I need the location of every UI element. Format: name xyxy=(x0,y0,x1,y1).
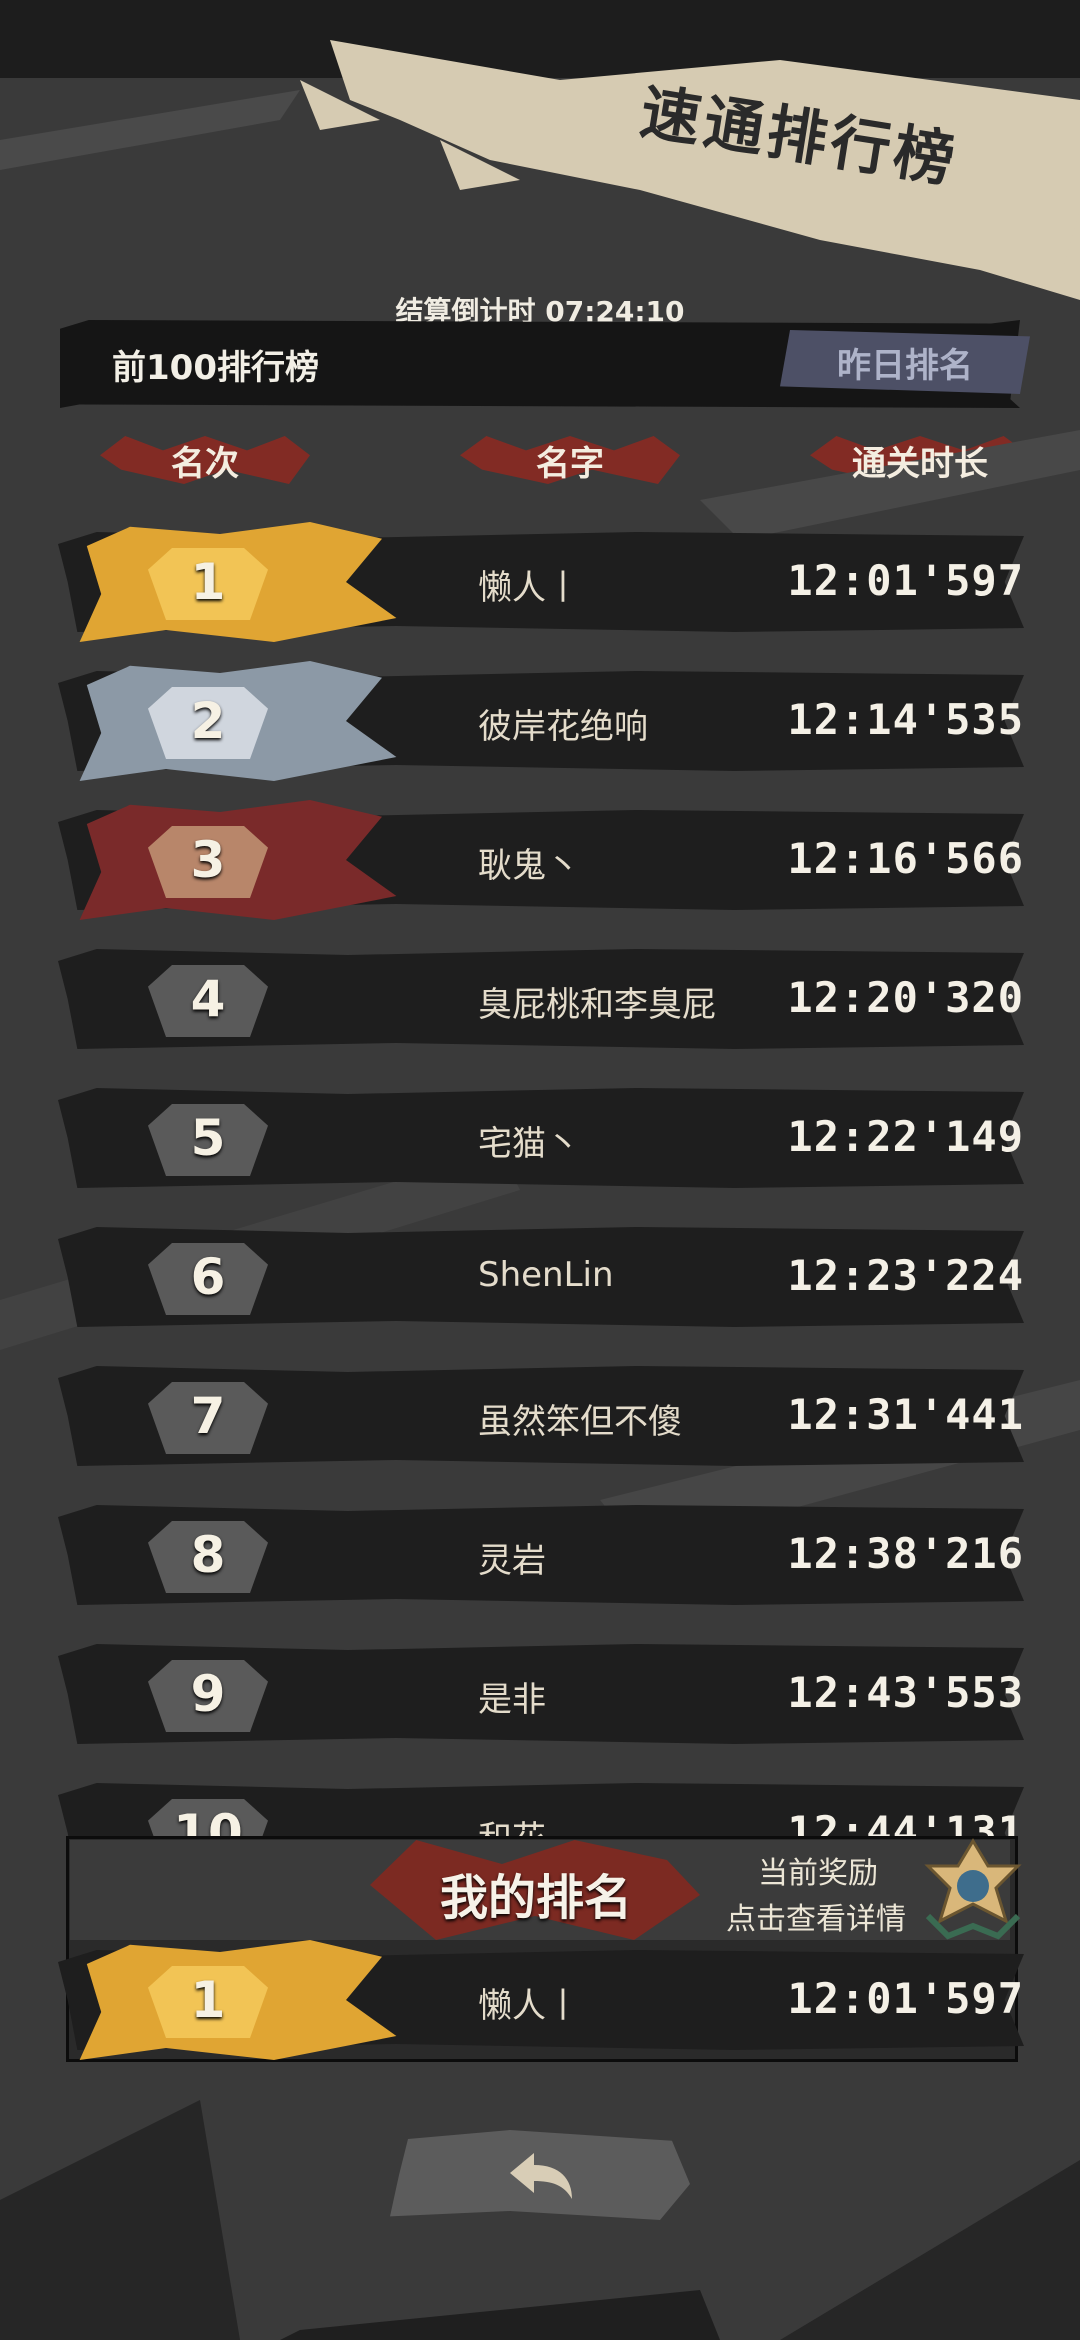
rank-number: 1 xyxy=(190,553,226,611)
clear-time: 12:16'566 xyxy=(787,834,1024,883)
rank-number: 6 xyxy=(190,1248,226,1306)
my-rank-number: 1 xyxy=(190,1971,226,2029)
ranking-row[interactable]: 5 宅猫丶 12:22'149 xyxy=(58,1078,1024,1198)
player-name: ShenLin xyxy=(478,1255,614,1295)
ranking-row[interactable]: 4 臭屁桃和李臭屁 12:20'320 xyxy=(58,939,1024,1059)
rank-number: 8 xyxy=(190,1526,226,1584)
ranking-row[interactable]: 8 灵岩 12:38'216 xyxy=(58,1495,1024,1615)
ranking-row[interactable]: 6 ShenLin 12:23'224 xyxy=(58,1217,1024,1337)
player-name: 耿鬼丶 xyxy=(478,846,580,886)
ranking-row[interactable]: 2 彼岸花绝响 12:14'535 xyxy=(58,661,1024,781)
back-button[interactable] xyxy=(390,2130,690,2220)
player-name: 是非 xyxy=(478,1680,546,1720)
clear-time: 12:22'149 xyxy=(787,1112,1024,1161)
player-name: 虽然笨但不傻 xyxy=(478,1402,682,1442)
player-name: 灵岩 xyxy=(478,1541,546,1581)
rank-number: 10 xyxy=(173,1804,243,1840)
clear-time: 12:38'216 xyxy=(787,1529,1024,1578)
rank-number: 2 xyxy=(190,692,226,750)
ranking-row[interactable]: 1 懒人丨 12:01'597 xyxy=(58,522,1024,642)
rank-number: 4 xyxy=(190,970,226,1028)
player-name: 宅猫丶 xyxy=(478,1124,580,1164)
back-arrow-icon xyxy=(510,2153,572,2199)
reward-details-link[interactable]: 点击查看详情 xyxy=(726,1894,906,1938)
ranking-row[interactable]: 3 耿鬼丶 12:16'566 xyxy=(58,800,1024,920)
clear-time: 12:23'224 xyxy=(787,1251,1024,1300)
player-name: 臭屁桃和李臭屁 xyxy=(478,985,716,1025)
reward-badge-icon[interactable] xyxy=(918,1836,1028,1946)
clear-time: 12:43'553 xyxy=(787,1668,1024,1717)
ranking-list[interactable]: 1 懒人丨 12:01'597 2 彼岸花绝响 12:14'535 3 耿鬼丶 12:16'56… xyxy=(0,0,1080,1840)
clear-time: 12:01'597 xyxy=(787,556,1024,605)
clear-time: 12:14'535 xyxy=(787,695,1024,744)
rank-number: 3 xyxy=(190,831,226,889)
rank-number: 9 xyxy=(190,1665,226,1723)
my-clear-time: 12:01'597 xyxy=(787,1974,1024,2023)
my-ranking-title: 我的排名 xyxy=(440,1870,633,1926)
clear-time: 12:31'441 xyxy=(787,1390,1024,1439)
rank-number: 7 xyxy=(190,1387,226,1445)
ranking-row[interactable]: 10 和花 12:44'131 xyxy=(58,1773,1024,1840)
reward-label[interactable]: 当前奖励 xyxy=(758,1848,878,1892)
my-player-name: 懒人丨 xyxy=(478,1986,580,2026)
rank-number: 5 xyxy=(190,1109,226,1167)
my-ranking-row[interactable]: 1 懒人丨 12:01'597 xyxy=(58,1940,1024,2060)
ranking-row[interactable]: 7 虽然笨但不傻 12:31'441 xyxy=(58,1356,1024,1476)
player-name: 懒人丨 xyxy=(478,568,580,608)
ranking-row[interactable]: 9 是非 12:43'553 xyxy=(58,1634,1024,1754)
clear-time: 12:20'320 xyxy=(787,973,1024,1022)
player-name: 彼岸花绝响 xyxy=(478,707,648,747)
